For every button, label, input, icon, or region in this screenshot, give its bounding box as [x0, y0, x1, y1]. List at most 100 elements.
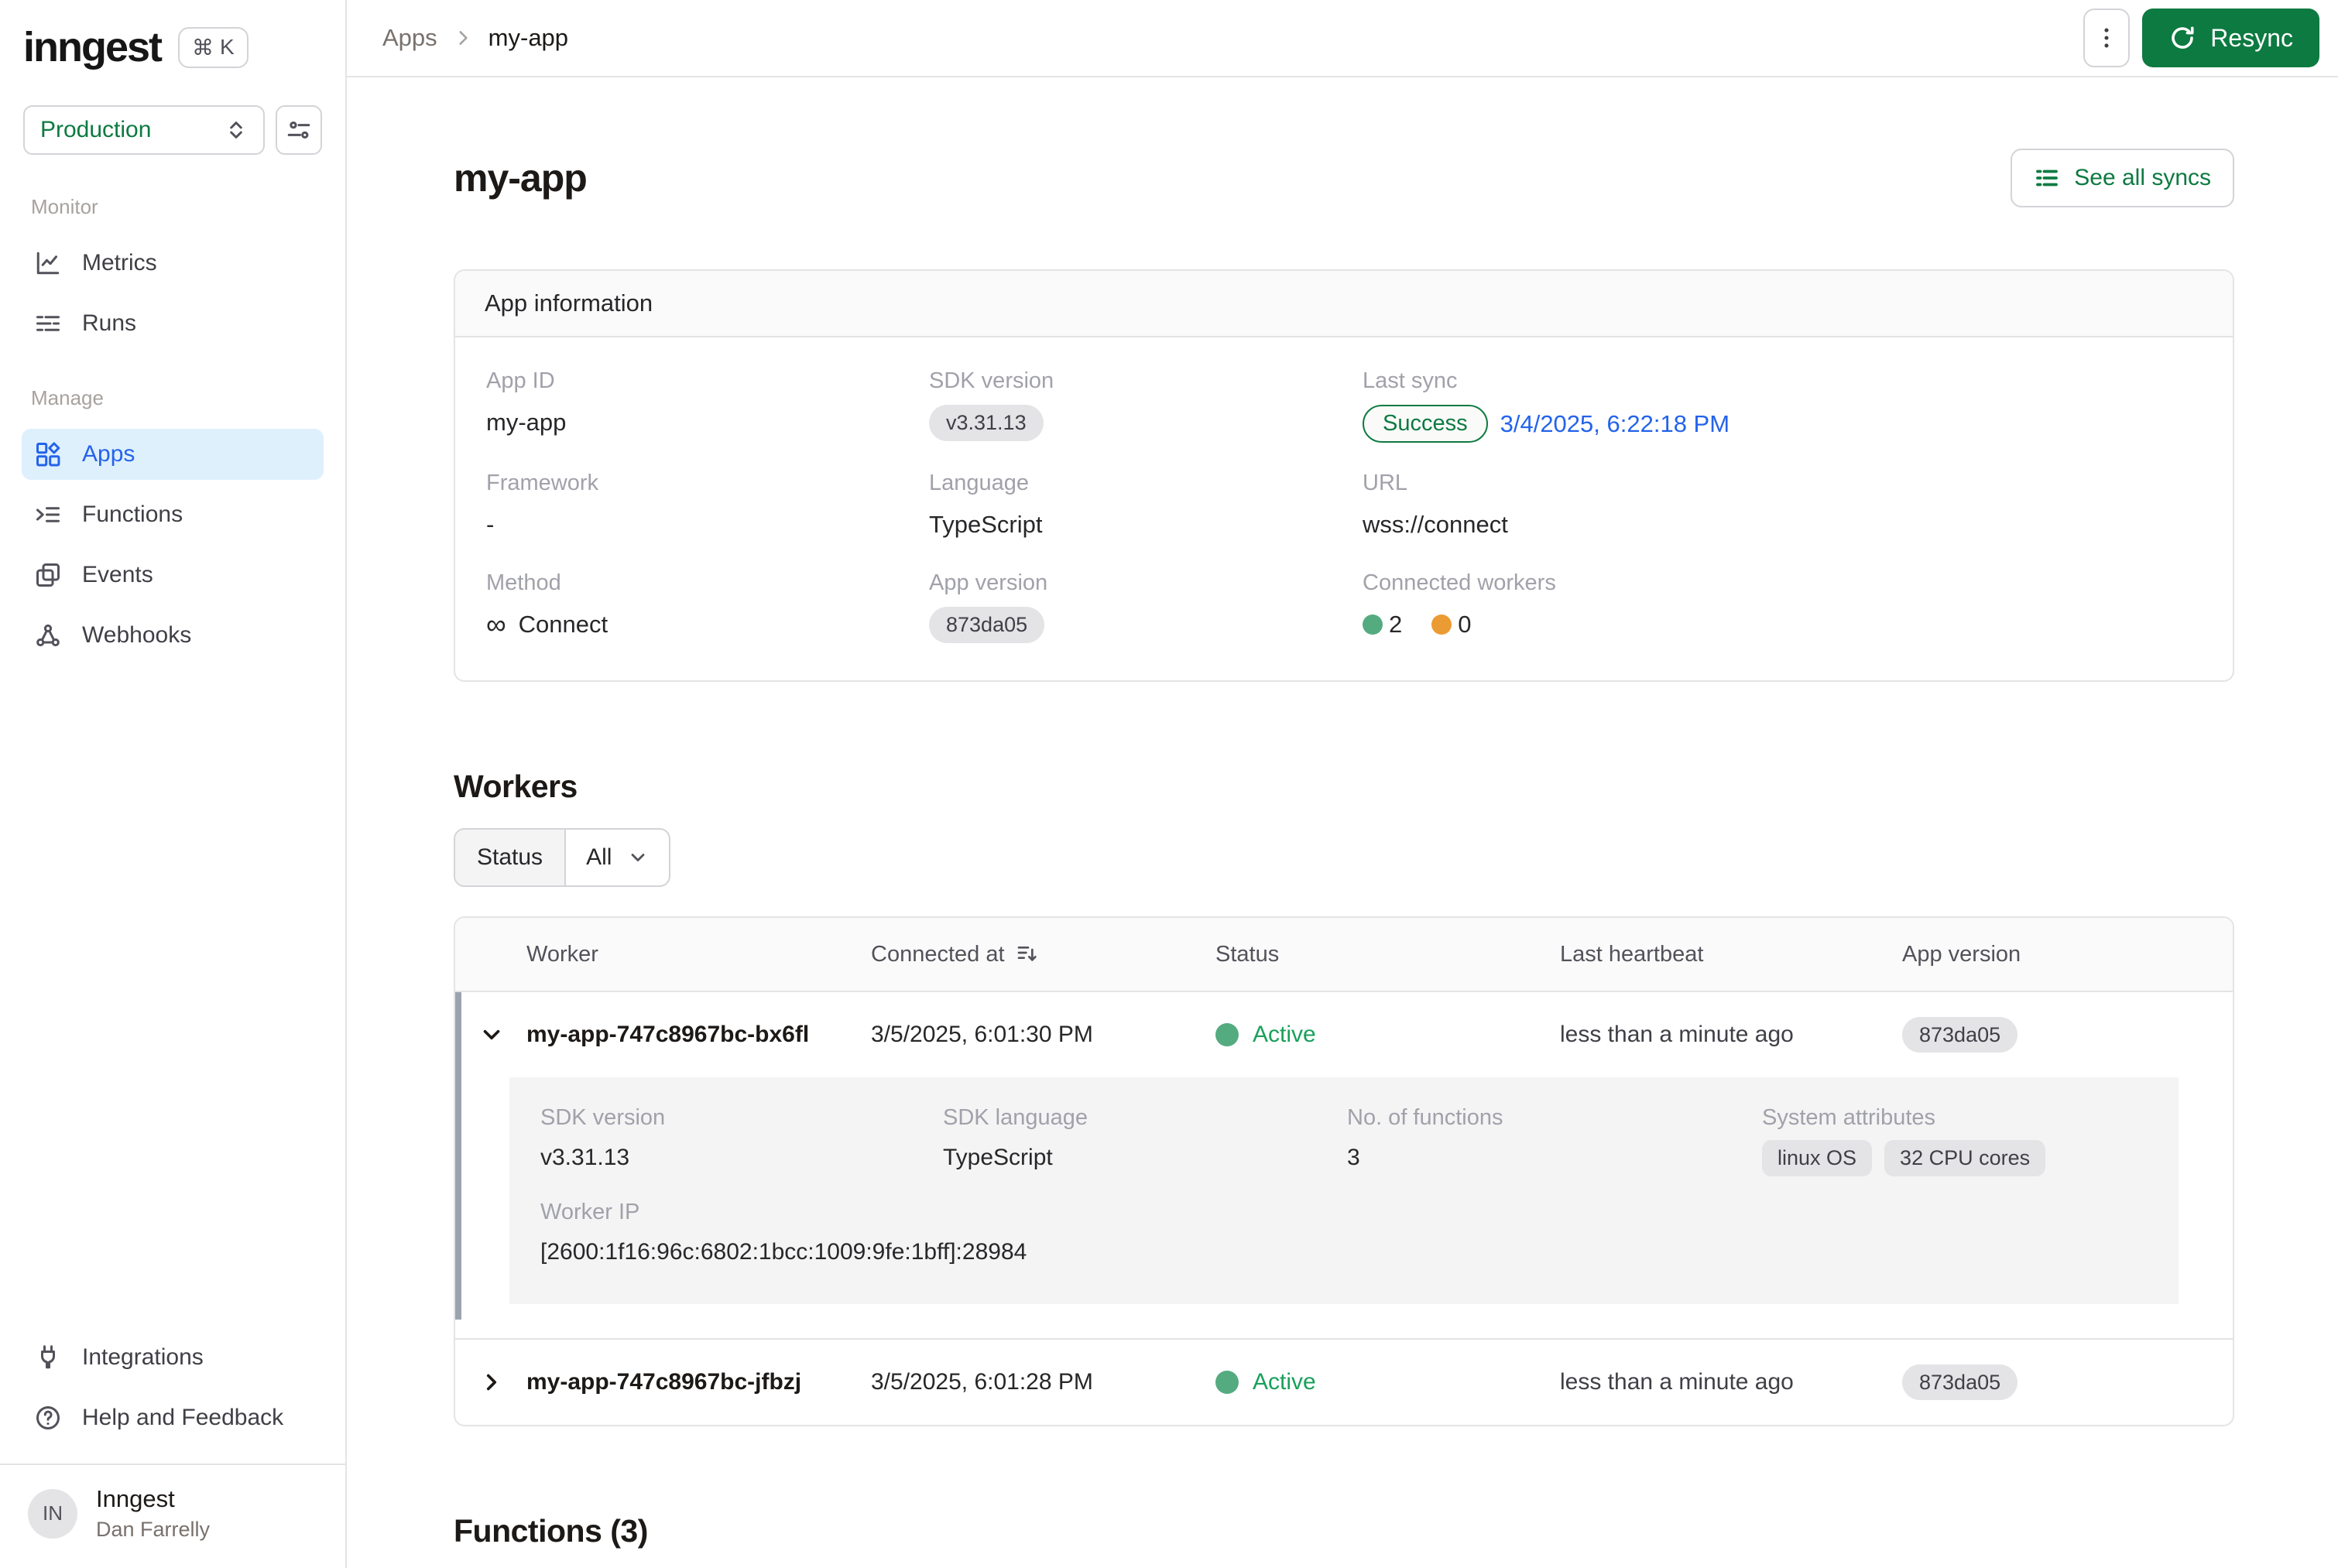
sync-status-badge: Success	[1363, 405, 1488, 443]
sidebar-item-label: Apps	[82, 441, 135, 467]
status-label: Active	[1253, 1022, 1316, 1048]
see-all-syncs-button[interactable]: See all syncs	[2011, 149, 2234, 207]
field-last-sync: Last sync Success 3/4/2025, 6:22:18 PM	[1363, 368, 2202, 443]
sidebar-item-webhooks[interactable]: Webhooks	[22, 610, 324, 661]
chevron-updown-icon	[225, 118, 248, 142]
page-title: my-app	[454, 156, 587, 200]
workers-heading: Workers	[454, 769, 2234, 805]
worker-status: Active	[1215, 1369, 1560, 1395]
events-icon	[34, 561, 62, 589]
environment-settings-button[interactable]	[276, 105, 322, 155]
status-filter[interactable]: Status All	[454, 828, 670, 887]
column-header-last-heartbeat: Last heartbeat	[1560, 942, 1902, 967]
field-label: SDK version	[929, 368, 1363, 394]
sdk-version-badge: v3.31.13	[929, 405, 1044, 441]
field-label: Last sync	[1363, 368, 2202, 394]
command-icon: ⌘	[192, 35, 214, 60]
resync-button[interactable]: Resync	[2142, 9, 2319, 67]
infinity-icon: ∞	[486, 617, 506, 632]
status-filter-value[interactable]: All	[566, 830, 669, 885]
app-information-title: App information	[455, 271, 2233, 337]
profile-menu[interactable]: IN Inngest Dan Farrelly	[22, 1465, 324, 1568]
breadcrumb: Apps my-app	[382, 24, 568, 52]
sidebar-nav: Monitor Metrics Runs Manage Apps Functio…	[0, 155, 345, 670]
detail-functions-count: No. of functions 3	[1347, 1105, 1762, 1176]
status-filter-selected: All	[586, 844, 612, 871]
sidebar-item-label: Webhooks	[82, 622, 191, 649]
apps-grid-icon	[34, 440, 62, 468]
column-header-app-version: App version	[1902, 942, 2233, 967]
detail-sdk-version: SDK version v3.31.13	[540, 1105, 943, 1176]
field-connected-workers: Connected workers 2 0	[1363, 570, 2202, 643]
sidebar-item-metrics[interactable]: Metrics	[22, 238, 324, 289]
field-method: Method ∞ Connect	[486, 570, 929, 643]
topbar: Apps my-app Resync	[347, 0, 2338, 77]
language-value: TypeScript	[929, 511, 1042, 539]
breadcrumb-current: my-app	[489, 24, 568, 52]
sidebar-item-functions[interactable]: Functions	[22, 489, 324, 540]
manage-section-label: Manage	[22, 386, 324, 410]
attribute-badge-os: linux OS	[1762, 1140, 1872, 1176]
chart-icon	[34, 249, 62, 277]
sort-descending-icon	[1016, 942, 1040, 967]
sidebar-item-events[interactable]: Events	[22, 549, 324, 601]
environment-selector[interactable]: Production	[23, 105, 265, 155]
sidebar-item-apps[interactable]: Apps	[22, 429, 324, 480]
status-label: Active	[1253, 1369, 1316, 1395]
more-options-button[interactable]	[2083, 9, 2130, 67]
worker-connected-at: 3/5/2025, 6:01:28 PM	[871, 1369, 1215, 1395]
app-information-card: App information App ID my-app SDK versio…	[454, 269, 2234, 682]
sidebar-item-label: Events	[82, 562, 153, 588]
refresh-icon	[2168, 24, 2196, 52]
page-content: my-app See all syncs App information App…	[347, 77, 2338, 1568]
active-workers-count: 2	[1389, 611, 1402, 638]
monitor-section-label: Monitor	[22, 195, 324, 219]
app-id-value: my-app	[486, 409, 566, 437]
status-dot	[1215, 1023, 1239, 1046]
environment-value: Production	[40, 117, 151, 143]
field-framework: Framework -	[486, 471, 929, 543]
field-label: App version	[929, 570, 1363, 596]
worker-row-group-expanded: my-app-747c8967bc-bx6fl 3/5/2025, 6:01:3…	[455, 992, 2233, 1338]
collapse-row-chevron-down-icon[interactable]	[478, 1022, 505, 1048]
column-header-label: Connected at	[871, 942, 1005, 967]
url-value: wss://connect	[1363, 511, 1508, 539]
sidebar-item-label: Integrations	[82, 1344, 204, 1371]
column-header-status: Status	[1215, 942, 1560, 967]
worker-app-version: 873da05	[1902, 1369, 2233, 1395]
field-label: Framework	[486, 471, 929, 496]
detail-value: 3	[1347, 1145, 1360, 1171]
app-version-badge: 873da05	[1902, 1017, 2017, 1053]
detail-label: System attributes	[1762, 1105, 2148, 1131]
expand-row-chevron-right-icon[interactable]	[478, 1369, 505, 1395]
breadcrumb-apps-link[interactable]: Apps	[382, 24, 437, 52]
last-sync-time-link[interactable]: 3/4/2025, 6:22:18 PM	[1500, 410, 1730, 438]
workers-table: Worker Connected at Status Last heartbea…	[454, 916, 2234, 1426]
detail-value: TypeScript	[943, 1145, 1053, 1171]
chevron-right-icon	[453, 28, 473, 48]
worker-row[interactable]: my-app-747c8967bc-jfbzj 3/5/2025, 6:01:2…	[455, 1340, 2233, 1425]
column-header-connected-at[interactable]: Connected at	[871, 942, 1215, 967]
worker-name: my-app-747c8967bc-jfbzj	[526, 1369, 801, 1395]
sidebar-item-help[interactable]: Help and Feedback	[22, 1392, 324, 1443]
app-version-badge: 873da05	[929, 607, 1044, 643]
inngest-logo[interactable]: inngest	[23, 23, 161, 71]
sidebar-item-integrations[interactable]: Integrations	[22, 1332, 324, 1383]
worker-row[interactable]: my-app-747c8967bc-bx6fl 3/5/2025, 6:01:3…	[455, 992, 2233, 1077]
field-label: Method	[486, 570, 929, 596]
field-app-version: App version 873da05	[929, 570, 1363, 643]
inactive-workers-dot	[1431, 615, 1452, 635]
command-k-shortcut[interactable]: ⌘ K	[178, 27, 249, 68]
detail-label: SDK version	[540, 1105, 943, 1131]
chevron-down-icon	[627, 847, 649, 868]
detail-value: [2600:1f16:96c:6802:1bcc:1009:9fe:1bff]:…	[540, 1239, 1027, 1265]
sidebar-item-label: Metrics	[82, 250, 157, 276]
field-language: Language TypeScript	[929, 471, 1363, 543]
detail-worker-ip: Worker IP [2600:1f16:96c:6802:1bcc:1009:…	[540, 1200, 2148, 1270]
status-filter-label: Status	[455, 830, 566, 885]
detail-label: Worker IP	[540, 1200, 2148, 1225]
sidebar-item-label: Help and Feedback	[82, 1405, 283, 1431]
sidebar-item-label: Functions	[82, 502, 183, 528]
sidebar-item-runs[interactable]: Runs	[22, 298, 324, 349]
app-version-badge: 873da05	[1902, 1364, 2017, 1400]
